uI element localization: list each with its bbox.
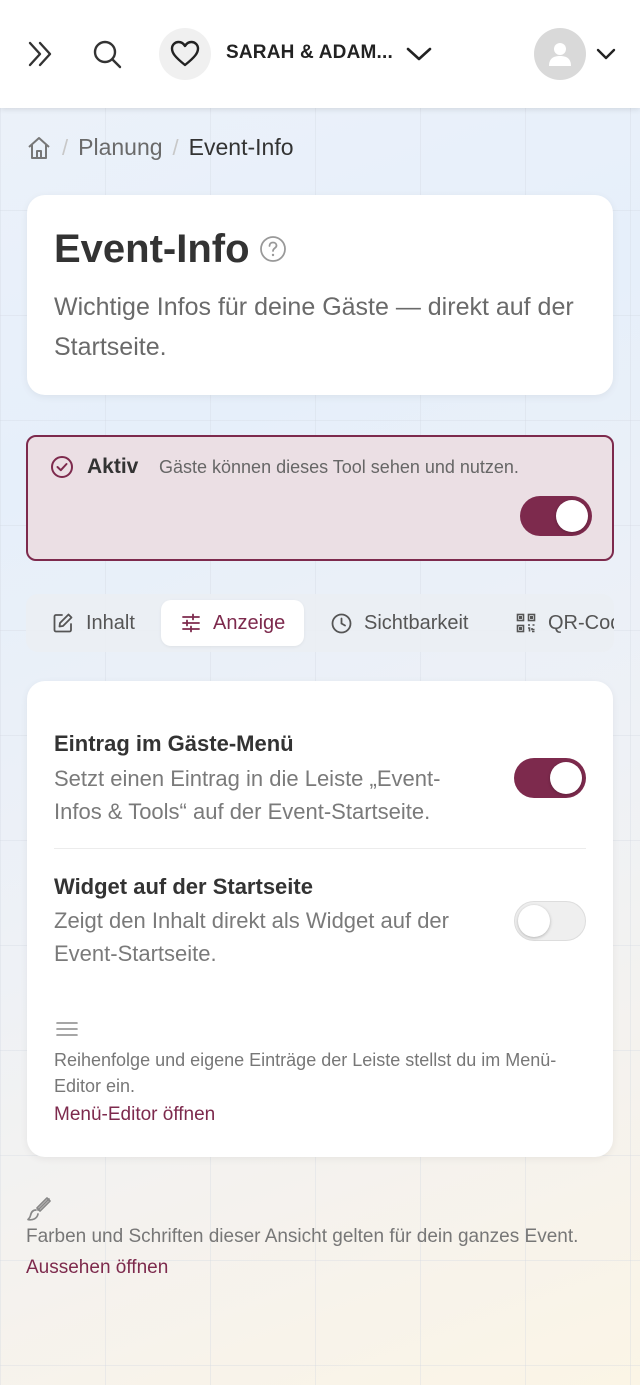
tab-bar: Inhalt Anzeige Sichtbarkeit QR-Code bbox=[26, 594, 614, 652]
breadcrumb-separator: / bbox=[172, 134, 179, 160]
widget-description: Zeigt den Inhalt direkt als Widget auf d… bbox=[54, 908, 449, 966]
menu-entry-toggle[interactable] bbox=[514, 758, 586, 798]
tab-label: QR-Code bbox=[548, 611, 614, 634]
menu-lines-icon bbox=[56, 1021, 78, 1042]
toggle-knob bbox=[550, 762, 582, 794]
home-icon[interactable] bbox=[26, 135, 52, 161]
tab-inhalt[interactable]: Inhalt bbox=[52, 600, 135, 646]
breadcrumb-item-planung[interactable]: Planung bbox=[78, 134, 162, 161]
edit-icon bbox=[52, 612, 74, 634]
appearance-note: Farben und Schriften dieser Ansicht gelt… bbox=[26, 1226, 579, 1247]
avatar[interactable] bbox=[534, 28, 586, 80]
clock-icon bbox=[331, 613, 352, 634]
page-title: Event-Info bbox=[54, 227, 250, 271]
status-description: Gäste können dieses Tool sehen und nutze… bbox=[159, 457, 519, 477]
tab-label: Sichtbarkeit bbox=[364, 611, 469, 634]
menu-entry-description: Setzt einen Eintrag in die Leiste „Event… bbox=[54, 766, 441, 824]
settings-card: Eintrag im Gäste-Menü Setzt einen Eintra… bbox=[27, 681, 613, 1157]
active-toggle[interactable] bbox=[520, 496, 592, 536]
tab-label: Inhalt bbox=[86, 611, 135, 634]
page-subtitle: Wichtige Infos für deine Gäste — direkt … bbox=[54, 293, 574, 361]
sliders-icon bbox=[181, 613, 201, 633]
status-card: Aktiv Gäste können dieses Tool sehen und… bbox=[26, 435, 614, 561]
tab-qr-code[interactable]: QR-Code bbox=[516, 600, 614, 646]
tab-anzeige[interactable]: Anzeige bbox=[161, 600, 305, 646]
check-circle-icon bbox=[50, 455, 74, 484]
menu-entry-title: Eintrag im Gäste-Menü bbox=[54, 731, 294, 756]
event-name[interactable]: SARAH & ADAM... bbox=[226, 42, 393, 64]
top-bar: SARAH & ADAM... bbox=[0, 0, 640, 108]
search-icon[interactable] bbox=[91, 38, 123, 70]
chevrons-right-icon[interactable] bbox=[26, 38, 56, 70]
widget-title: Widget auf der Startseite bbox=[54, 874, 313, 899]
menu-editor-link[interactable]: Menü-Editor öffnen bbox=[54, 1104, 215, 1126]
help-icon[interactable] bbox=[259, 235, 287, 268]
appearance-link[interactable]: Aussehen öffnen bbox=[26, 1257, 168, 1279]
breadcrumb: / Planung / Event-Info bbox=[26, 134, 294, 161]
breadcrumb-separator: / bbox=[62, 134, 69, 160]
event-avatar[interactable] bbox=[159, 28, 211, 80]
tab-label: Anzeige bbox=[213, 611, 286, 634]
status-label: Aktiv bbox=[87, 455, 139, 478]
brush-icon bbox=[26, 1196, 52, 1227]
header-card: Event-Info Wichtige Infos für deine Gäst… bbox=[27, 195, 613, 395]
divider bbox=[54, 848, 586, 849]
qr-code-icon bbox=[516, 613, 536, 633]
tab-sichtbarkeit[interactable]: Sichtbarkeit bbox=[331, 600, 469, 646]
heart-icon bbox=[170, 40, 200, 67]
toggle-knob bbox=[556, 500, 588, 532]
avatar-icon bbox=[549, 43, 571, 66]
breadcrumb-item-current: Event-Info bbox=[188, 134, 294, 160]
toggle-knob bbox=[518, 905, 550, 937]
chevron-down-icon[interactable] bbox=[406, 44, 432, 64]
chevron-down-icon[interactable] bbox=[595, 46, 617, 62]
menu-editor-note: Reihenfolge und eigene Einträge der Leis… bbox=[54, 1050, 557, 1096]
widget-toggle[interactable] bbox=[514, 901, 586, 941]
